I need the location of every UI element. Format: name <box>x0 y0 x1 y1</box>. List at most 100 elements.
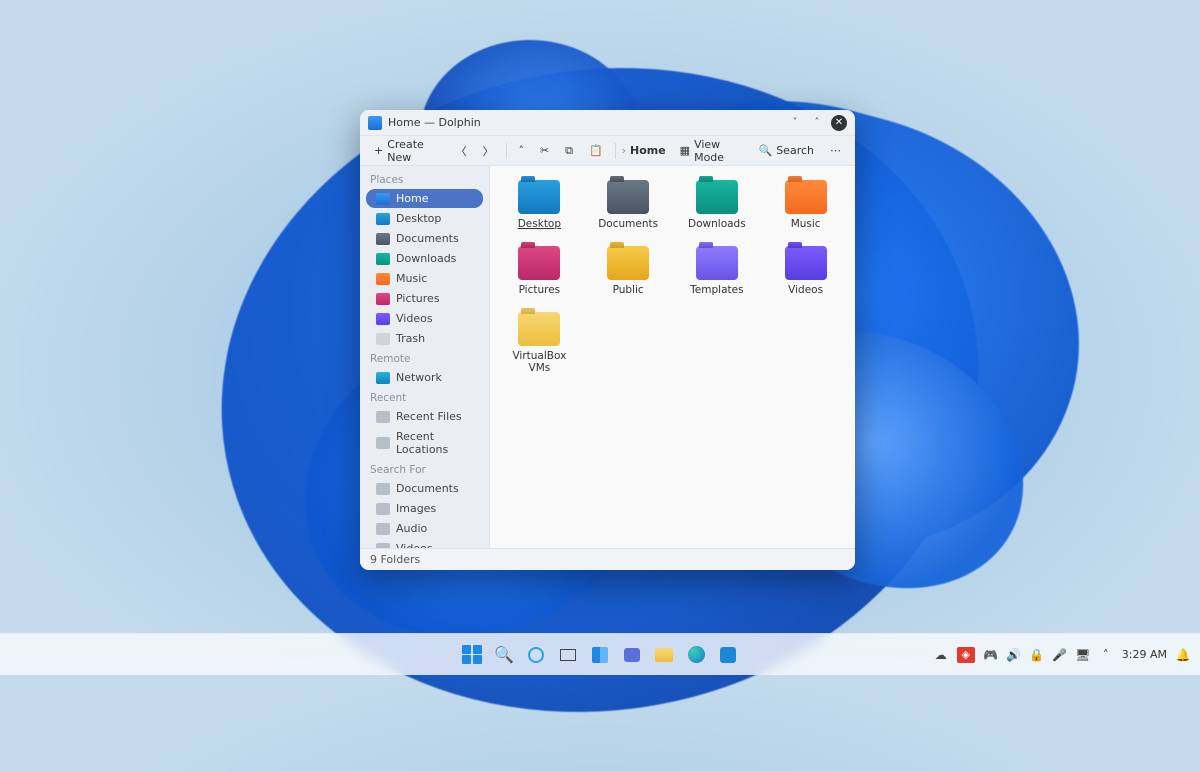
cortana-button[interactable] <box>523 642 549 668</box>
folder-label: Downloads <box>688 218 746 230</box>
sidebar-item-documents[interactable]: Documents <box>366 479 483 498</box>
sidebar-group-label: Remote <box>360 349 489 367</box>
copy-button[interactable]: ⧉ <box>559 141 579 161</box>
paste-button[interactable]: 📋 <box>583 141 609 160</box>
folder-icon <box>376 233 390 245</box>
menu-button[interactable]: ⋯ <box>824 141 847 160</box>
sidebar-item-label: Desktop <box>396 212 441 225</box>
sidebar-item-label: Music <box>396 272 427 285</box>
folder-pictures[interactable]: Pictures <box>498 242 581 300</box>
folder-icon <box>518 180 560 214</box>
sidebar-item-label: Downloads <box>396 252 456 265</box>
sidebar-item-label: Pictures <box>396 292 440 305</box>
folder-icon <box>376 253 390 265</box>
separator <box>506 143 507 159</box>
taskview-icon <box>560 649 576 661</box>
gamepad-icon[interactable]: 🎮 <box>984 648 998 662</box>
sidebar-item-home[interactable]: Home <box>366 189 483 208</box>
folder-label: Public <box>613 284 644 296</box>
maximize-button[interactable]: ˄ <box>809 115 825 131</box>
lock-icon[interactable]: 🔒 <box>1030 648 1044 662</box>
folder-icon <box>376 483 390 495</box>
sidebar-item-images[interactable]: Images <box>366 499 483 518</box>
close-button[interactable]: ✕ <box>831 115 847 131</box>
folder-icon <box>376 543 390 549</box>
sidebar-item-audio[interactable]: Audio <box>366 519 483 538</box>
search-icon: 🔍 <box>759 144 773 157</box>
store-button[interactable] <box>715 642 741 668</box>
edge-button[interactable] <box>683 642 709 668</box>
sidebar-item-videos[interactable]: Videos <box>366 539 483 548</box>
create-new-button[interactable]: + Create New <box>368 135 446 167</box>
breadcrumb[interactable]: Home <box>630 144 666 157</box>
sidebar-item-trash[interactable]: Trash <box>366 329 483 348</box>
up-button[interactable]: ˄ <box>512 141 530 160</box>
folder-music[interactable]: Music <box>764 176 847 234</box>
widgets-button[interactable] <box>587 642 613 668</box>
sidebar-group-label: Recent <box>360 388 489 406</box>
sidebar-item-network[interactable]: Network <box>366 368 483 387</box>
tray-chevron-up-icon[interactable]: ˄ <box>1099 648 1113 662</box>
sidebar-item-desktop[interactable]: Desktop <box>366 209 483 228</box>
minimize-button[interactable]: ˅ <box>787 115 803 131</box>
sidebar-item-recent-locations[interactable]: Recent Locations <box>366 427 483 459</box>
folder-icon <box>696 246 738 280</box>
folder-downloads[interactable]: Downloads <box>676 176 759 234</box>
folder-label: Desktop <box>518 218 561 230</box>
folder-desktop[interactable]: Desktop <box>498 176 581 234</box>
store-icon <box>720 647 736 663</box>
status-text: 9 Folders <box>370 553 420 566</box>
forward-button[interactable]: 〉 <box>477 140 500 162</box>
app-icon <box>368 116 382 130</box>
display-icon[interactable]: 🖥 <box>1076 648 1090 662</box>
folder-virtualbox-vms[interactable]: VirtualBox VMs <box>498 308 581 378</box>
folder-videos[interactable]: Videos <box>764 242 847 300</box>
folder-documents[interactable]: Documents <box>587 176 670 234</box>
sidebar-item-music[interactable]: Music <box>366 269 483 288</box>
chat-button[interactable] <box>619 642 645 668</box>
sidebar-item-label: Images <box>396 502 436 515</box>
back-button[interactable]: 〈 <box>450 140 473 162</box>
folder-icon <box>376 293 390 305</box>
sidebar-item-recent-files[interactable]: Recent Files <box>366 407 483 426</box>
notifications-icon[interactable]: 🔔 <box>1176 648 1190 662</box>
folder-icon <box>607 246 649 280</box>
folder-icon <box>655 648 673 662</box>
titlebar[interactable]: Home — Dolphin ˅ ˄ ✕ <box>360 110 855 136</box>
sidebar-item-videos[interactable]: Videos <box>366 309 483 328</box>
folder-templates[interactable]: Templates <box>676 242 759 300</box>
explorer-button[interactable] <box>651 642 677 668</box>
folder-icon <box>696 180 738 214</box>
folder-icon <box>518 312 560 346</box>
folder-public[interactable]: Public <box>587 242 670 300</box>
folder-label: VirtualBox VMs <box>502 350 577 374</box>
plus-icon: + <box>374 144 383 157</box>
folder-label: Videos <box>788 284 823 296</box>
sidebar-item-label: Recent Locations <box>396 430 473 456</box>
folder-icon <box>607 180 649 214</box>
folder-icon <box>376 333 390 345</box>
separator <box>615 143 616 159</box>
sidebar-item-pictures[interactable]: Pictures <box>366 289 483 308</box>
search-icon: 🔍 <box>494 645 514 664</box>
view-mode-button[interactable]: ▦ View Mode <box>674 135 749 167</box>
cut-button[interactable]: ✂ <box>534 141 555 160</box>
sidebar-item-label: Recent Files <box>396 410 462 423</box>
cloud-icon[interactable]: ☁ <box>934 648 948 662</box>
sidebar-item-label: Videos <box>396 542 433 548</box>
microphone-icon[interactable]: 🎤 <box>1053 648 1067 662</box>
search-taskbar-button[interactable]: 🔍 <box>491 642 517 668</box>
search-button[interactable]: 🔍 Search <box>753 141 821 160</box>
clock[interactable]: 3:29 AM <box>1122 648 1167 661</box>
toolbar: + Create New 〈 〉 ˄ ✂ ⧉ 📋 › Home ▦ View M… <box>360 136 855 166</box>
sidebar-item-label: Audio <box>396 522 427 535</box>
volume-icon[interactable]: 🔊 <box>1007 648 1021 662</box>
sidebar-group-label: Places <box>360 170 489 188</box>
folder-icon <box>785 246 827 280</box>
start-button[interactable] <box>459 642 485 668</box>
taskview-button[interactable] <box>555 642 581 668</box>
anydesk-tray-icon[interactable]: ◈ <box>957 647 975 663</box>
taskbar-center: 🔍 <box>459 642 741 668</box>
sidebar-item-documents[interactable]: Documents <box>366 229 483 248</box>
sidebar-item-downloads[interactable]: Downloads <box>366 249 483 268</box>
